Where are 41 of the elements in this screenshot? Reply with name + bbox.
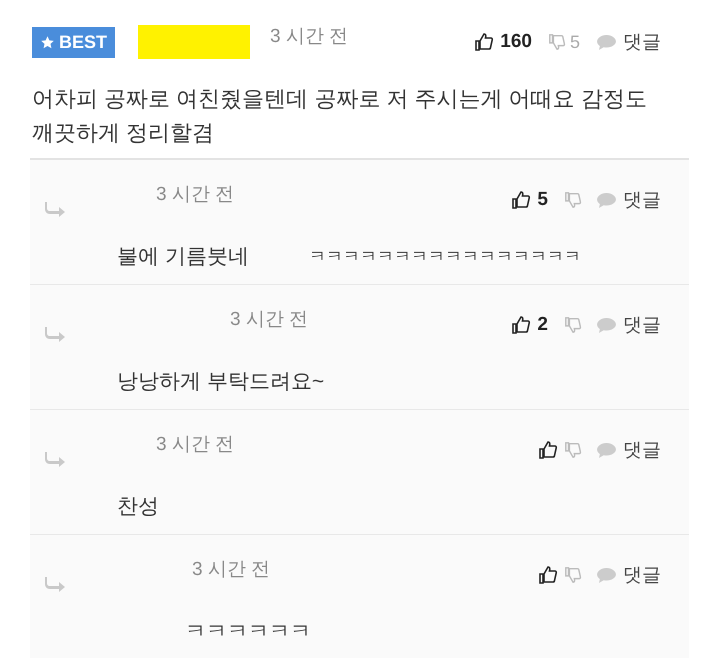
reply-link[interactable]: 댓글 [623, 29, 661, 55]
speech-bubble-icon[interactable] [596, 192, 617, 208]
best-badge: BEST [32, 26, 116, 58]
thumbs-down-icon[interactable] [564, 316, 582, 334]
comment-time: 3 시간 전 [192, 558, 270, 582]
reply-text: ㅋㅋㅋㅋㅋㅋ [185, 619, 311, 645]
speech-bubble-icon[interactable] [596, 316, 617, 334]
reply-text: 찬성 [117, 494, 159, 520]
comment-time: 3 시간 전 [230, 308, 308, 332]
like-count: 5 [537, 189, 548, 211]
reply-text: ㅋㅋㅋㅋㅋㅋㅋㅋㅋㅋㅋㅋㅋㅋㅋㅋ [308, 246, 581, 268]
like-count: 2 [537, 314, 548, 336]
reply-arrow-icon [44, 451, 66, 467]
reply-link[interactable]: 댓글 [623, 312, 661, 338]
thumbs-up-icon[interactable] [511, 315, 532, 335]
like-count: 160 [500, 31, 532, 53]
star-icon [40, 34, 55, 50]
thumbs-down-icon[interactable] [564, 566, 582, 584]
thumbs-up-icon[interactable] [538, 565, 558, 585]
thumbs-down-icon[interactable] [564, 191, 582, 209]
reply-text: 낭낭하게 부탁드려요~ [117, 369, 324, 395]
reply-link[interactable]: 댓글 [623, 437, 661, 463]
reply-link[interactable]: 댓글 [623, 562, 661, 588]
comment-time: 3 시간 전 [156, 183, 234, 207]
thumbs-down-icon[interactable] [548, 33, 566, 51]
thumbs-up-icon[interactable] [511, 190, 532, 210]
thumbs-up-icon[interactable] [474, 32, 494, 52]
reply-arrow-icon [44, 326, 66, 342]
reply-text: 불에 기름붓네 [117, 244, 249, 270]
comment-text: 어차피 공짜로 여친줬을텐데 공짜로 저 주시는게 어때요 감정도 깨끗하게 정리할겸 [32, 85, 648, 147]
reply-link[interactable]: 댓글 [623, 187, 661, 213]
thumbs-up-icon[interactable] [538, 440, 558, 460]
speech-bubble-icon[interactable] [596, 34, 617, 50]
dislike-count: 5 [570, 32, 580, 52]
comment-time: 3 시간 전 [270, 25, 348, 49]
thumbs-down-icon[interactable] [564, 441, 582, 459]
reply-arrow-icon [44, 576, 66, 592]
comment-time: 3 시간 전 [156, 433, 234, 457]
reply-arrow-icon [44, 201, 66, 217]
speech-bubble-icon[interactable] [596, 566, 617, 584]
speech-bubble-icon[interactable] [596, 442, 617, 458]
